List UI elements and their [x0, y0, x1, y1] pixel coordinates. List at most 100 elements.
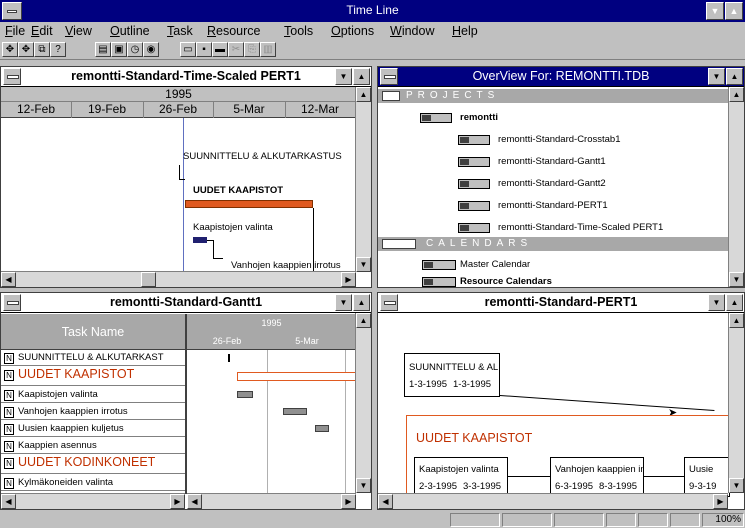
minimize-icon[interactable]: ▼ [708, 68, 725, 85]
maximize-button[interactable]: ▲ [725, 2, 743, 20]
cut-icon[interactable]: ✂ [228, 42, 244, 57]
vertical-scrollbar[interactable]: ▲ ▼ [728, 87, 744, 287]
indent-icon[interactable]: ✥ [18, 42, 34, 57]
menu-outline[interactable]: Outline [110, 24, 150, 38]
task-row[interactable]: N Uusien kaappien kuljetus [1, 421, 185, 437]
gantt-view-icon[interactable]: ▤ [95, 42, 111, 57]
pert-view-icon[interactable]: ▣ [111, 42, 127, 57]
menu-tools[interactable]: Tools [284, 24, 313, 38]
pert-titlebar[interactable]: remontti-Standard-PERT1 ▼ ▲ [378, 293, 744, 313]
view-item[interactable]: remontti-Standard-PERT1 [498, 200, 608, 211]
task-row[interactable]: N Vanhojen kaappien irrotus [1, 404, 185, 420]
maximize-icon[interactable]: ▲ [726, 294, 743, 311]
scroll-right-icon[interactable]: ▶ [713, 494, 728, 509]
window-menu-button[interactable] [3, 294, 21, 311]
vertical-scrollbar[interactable]: ▲ ▼ [355, 87, 371, 272]
scroll-right-icon[interactable]: ▶ [170, 494, 185, 509]
task-row[interactable]: N SUUNNITTELU & ALKUTARKAST [1, 350, 185, 366]
note-icon[interactable]: N [4, 370, 14, 381]
save-icon[interactable]: ▪ [196, 42, 212, 57]
window-menu-button[interactable] [380, 68, 398, 85]
pert-node-irrotus[interactable]: Vanhojen kaappien im 6-3-1995 8-3-1995 [550, 457, 644, 497]
view-item[interactable]: remontti-Standard-Gantt1 [498, 156, 606, 167]
overview-titlebar[interactable]: OverView For: REMONTTI.TDB ▼ ▲ [378, 67, 744, 87]
calendars-section[interactable]: CALENDARS [378, 237, 728, 251]
project-name[interactable]: remontti [460, 112, 498, 123]
outdent-icon[interactable]: ✥ [2, 42, 18, 57]
menu-edit[interactable]: Edit [31, 24, 53, 38]
scroll-left-icon[interactable]: ◀ [187, 494, 202, 509]
milestone-bar[interactable] [228, 354, 230, 362]
menu-file[interactable]: File [5, 24, 25, 38]
menu-resource[interactable]: Resource [207, 24, 261, 38]
horizontal-scrollbar[interactable]: ◀ ▶ [1, 271, 356, 287]
vertical-scrollbar[interactable]: ▲ ▼ [355, 313, 371, 493]
task-bar[interactable] [237, 391, 253, 398]
menu-view[interactable]: View [65, 24, 92, 38]
maximize-icon[interactable]: ▲ [353, 68, 370, 85]
scroll-right-icon[interactable]: ▶ [341, 272, 356, 287]
note-icon[interactable]: N [4, 390, 14, 401]
resource-icon[interactable]: ◉ [143, 42, 159, 57]
scroll-left-icon[interactable]: ◀ [1, 494, 16, 509]
scroll-up-icon[interactable]: ▲ [729, 313, 744, 328]
horizontal-scrollbar[interactable]: ◀ ▶ [378, 493, 728, 509]
open-file-icon[interactable]: ▭ [180, 42, 196, 57]
scroll-up-icon[interactable]: ▲ [729, 87, 744, 102]
maximize-icon[interactable]: ▲ [353, 294, 370, 311]
note-icon[interactable]: N [4, 353, 14, 364]
chart-horizontal-scrollbar[interactable]: ◀ ▶ [187, 493, 356, 509]
task-bar[interactable] [315, 425, 329, 432]
task-row[interactable]: N Kaappien asennus [1, 438, 185, 454]
task-horizontal-scrollbar[interactable]: ◀ ▶ [1, 493, 185, 509]
menu-options[interactable]: Options [331, 24, 374, 38]
projects-section[interactable]: PROJECTS [378, 89, 728, 103]
window-menu-button[interactable] [380, 294, 398, 311]
scroll-down-icon[interactable]: ▼ [729, 272, 744, 287]
note-icon[interactable]: N [4, 458, 14, 469]
calendar-item[interactable]: Master Calendar [460, 259, 530, 270]
gantt-titlebar[interactable]: remontti-Standard-Gantt1 ▼ ▲ [1, 293, 371, 313]
scroll-down-icon[interactable]: ▼ [729, 478, 744, 493]
valinta-bar[interactable] [193, 237, 207, 243]
vertical-scrollbar[interactable]: ▲ ▼ [728, 313, 744, 493]
note-icon[interactable]: N [4, 478, 14, 489]
scroll-down-icon[interactable]: ▼ [356, 257, 371, 272]
view-item[interactable]: remontti-Standard-Crosstab1 [498, 134, 621, 145]
paste-icon[interactable]: ▥ [260, 42, 276, 57]
menu-window[interactable]: Window [390, 24, 434, 38]
pert-node-suunnittelu[interactable]: SUUNNITTELU & ALK 1-3-1995 1-3-1995 [404, 353, 500, 397]
scroll-left-icon[interactable]: ◀ [1, 272, 16, 287]
task-info-icon[interactable]: ? [50, 42, 66, 57]
scroll-left-icon[interactable]: ◀ [378, 494, 393, 509]
note-icon[interactable]: N [4, 441, 14, 452]
clock-icon[interactable]: ◷ [127, 42, 143, 57]
scroll-down-icon[interactable]: ▼ [356, 478, 371, 493]
view-item[interactable]: remontti-Standard-Time-Scaled PERT1 [498, 222, 663, 233]
menu-task[interactable]: Task [167, 24, 193, 38]
note-icon[interactable]: N [4, 424, 14, 435]
task-row[interactable]: N Kaapistojen valinta [1, 387, 185, 403]
print-icon[interactable]: ▬ [212, 42, 228, 57]
task-name-header[interactable]: Task Name [1, 314, 185, 350]
pert-node-valinta[interactable]: Kaapistojen valinta 2-3-1995 3-3-1995 [414, 457, 508, 497]
task-row[interactable]: N Kylmäkoneiden valinta [1, 475, 185, 491]
link-icon[interactable]: ⧉ [34, 42, 50, 57]
scroll-thumb[interactable] [141, 272, 156, 287]
maximize-icon[interactable]: ▲ [726, 68, 743, 85]
minimize-icon[interactable]: ▼ [708, 294, 725, 311]
summary-bar[interactable] [185, 200, 313, 208]
calendar-item[interactable]: Resource Calendars [460, 276, 552, 287]
minimize-icon[interactable]: ▼ [335, 68, 352, 85]
minimize-button[interactable]: ▼ [706, 2, 724, 20]
summary-bar[interactable] [237, 372, 357, 381]
window-menu-button[interactable] [3, 68, 21, 85]
scroll-right-icon[interactable]: ▶ [341, 494, 356, 509]
task-bar[interactable] [283, 408, 307, 415]
time-scaled-pert-titlebar[interactable]: remontti-Standard-Time-Scaled PERT1 ▼ ▲ [1, 67, 371, 87]
task-row[interactable]: N UUDET KODINKONEET [1, 455, 185, 474]
minimize-icon[interactable]: ▼ [335, 294, 352, 311]
task-row[interactable]: N UUDET KAAPISTOT [1, 367, 185, 386]
view-item[interactable]: remontti-Standard-Gantt2 [498, 178, 606, 189]
pert-node-uusie[interactable]: Uusie 9-3-19 [684, 457, 730, 497]
